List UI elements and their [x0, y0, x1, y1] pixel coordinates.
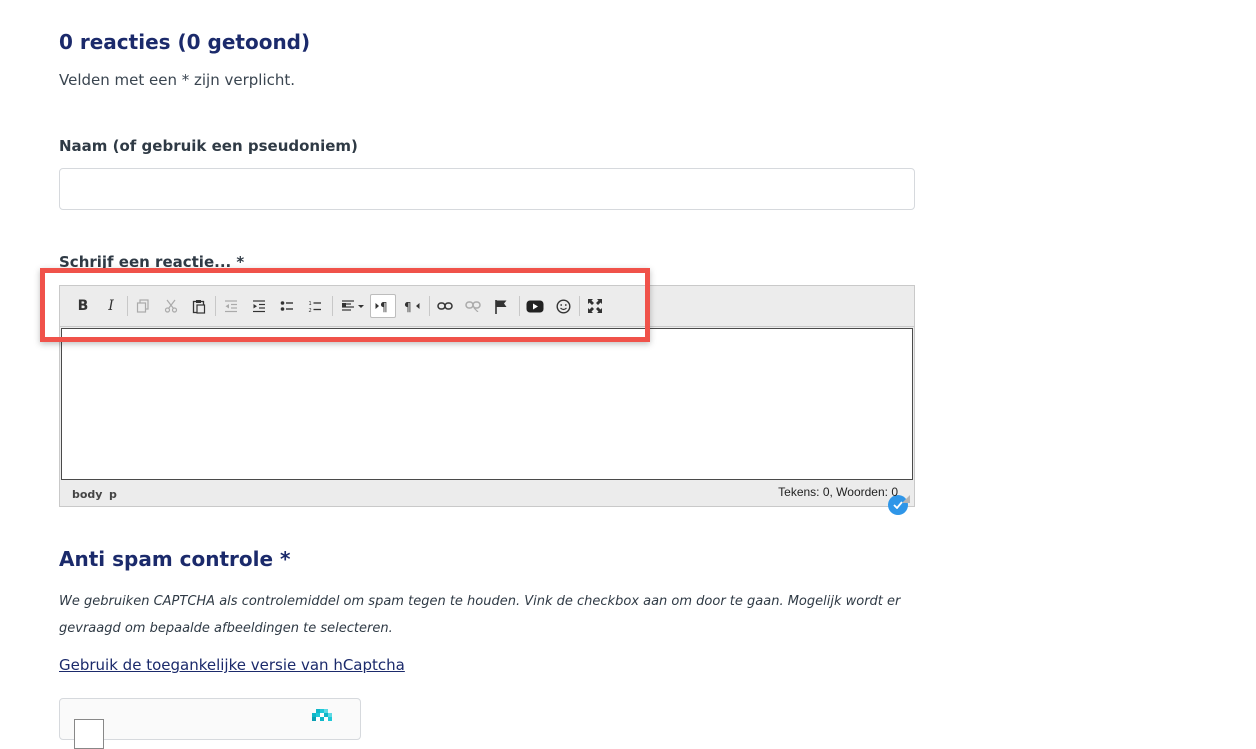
- toolbar-separator: [519, 296, 520, 316]
- align-dropdown-icon: [342, 300, 364, 311]
- indent-button[interactable]: [246, 294, 272, 318]
- unlink-button[interactable]: [460, 294, 486, 318]
- unlink-icon: [465, 301, 481, 312]
- svg-text:¶: ¶: [404, 300, 412, 313]
- svg-text:¶: ¶: [380, 300, 388, 313]
- fullscreen-icon: [588, 299, 602, 313]
- numbered-list-button[interactable]: 12: [302, 294, 328, 318]
- anti-spam-title: Anti spam controle *: [59, 547, 291, 571]
- fullscreen-button[interactable]: [582, 294, 608, 318]
- ltr-direction-button[interactable]: ¶: [370, 294, 396, 318]
- anchor-flag-icon: [495, 299, 507, 314]
- bullet-list-icon: [280, 301, 293, 311]
- accessible-hcaptcha-link[interactable]: Gebruik de toegankelijke versie van hCap…: [59, 656, 405, 674]
- name-field-label: Naam (of gebruik een pseudoniem): [59, 137, 358, 155]
- anti-spam-description: We gebruiken CAPTCHA als controlemiddel …: [59, 594, 901, 636]
- toolbar-separator: [429, 296, 430, 316]
- align-dropdown-button[interactable]: [338, 294, 368, 318]
- hcaptcha-logo-icon: [312, 709, 332, 721]
- rtl-icon: ¶: [404, 300, 420, 313]
- rtl-direction-button[interactable]: ¶: [399, 294, 425, 318]
- link-button[interactable]: [432, 294, 458, 318]
- copy-button[interactable]: [130, 294, 156, 318]
- toolbar-separator: [332, 296, 333, 316]
- editor-content-area[interactable]: [61, 328, 913, 515]
- toolbar-separator: [215, 296, 216, 316]
- cut-icon: [164, 299, 178, 313]
- toolbar-separator: [579, 296, 580, 316]
- copy-icon: [136, 299, 149, 313]
- outdent-icon: [225, 300, 237, 313]
- editor-toolbar: B I 12 ¶ ¶: [60, 286, 914, 327]
- bullet-list-button[interactable]: [274, 294, 300, 318]
- italic-icon: I: [108, 298, 114, 314]
- cut-button[interactable]: [158, 294, 184, 318]
- svg-text:1: 1: [309, 301, 312, 307]
- paste-icon: [192, 299, 206, 314]
- toolbar-separator: [127, 296, 128, 316]
- rich-text-editor: B I 12 ¶ ¶ body p Tekens: 0, Woorden: 0: [59, 285, 915, 515]
- italic-button[interactable]: I: [98, 294, 124, 318]
- emoji-button[interactable]: [550, 294, 576, 318]
- comment-field-label: Schrijf een reactie... *: [59, 253, 245, 271]
- hcaptcha-widget: [59, 698, 361, 749]
- name-input[interactable]: [59, 168, 915, 210]
- word-count: Tekens: 0, Woorden: 0: [778, 485, 898, 499]
- emoji-icon: [555, 298, 571, 314]
- bold-button[interactable]: B: [70, 294, 96, 318]
- element-path-body[interactable]: body: [72, 488, 102, 501]
- youtube-icon: [526, 300, 544, 312]
- indent-icon: [253, 300, 265, 313]
- required-fields-note: Velden met een * zijn verplicht.: [59, 71, 296, 89]
- outdent-button[interactable]: [218, 294, 244, 318]
- editor-status-bar: body p Tekens: 0, Woorden: 0: [60, 480, 914, 506]
- bold-icon: B: [77, 298, 89, 314]
- anchor-button[interactable]: [488, 294, 514, 318]
- link-icon: [437, 302, 453, 310]
- youtube-button[interactable]: [522, 294, 548, 318]
- element-path-p[interactable]: p: [109, 488, 117, 501]
- svg-text:2: 2: [309, 308, 312, 313]
- ltr-icon: ¶: [375, 300, 388, 313]
- captcha-checkbox[interactable]: [74, 719, 104, 749]
- numbered-list-icon: 12: [309, 301, 321, 313]
- resize-handle-icon[interactable]: [902, 495, 910, 503]
- comments-heading: 0 reacties (0 getoond): [59, 30, 311, 54]
- paste-button[interactable]: [186, 294, 212, 318]
